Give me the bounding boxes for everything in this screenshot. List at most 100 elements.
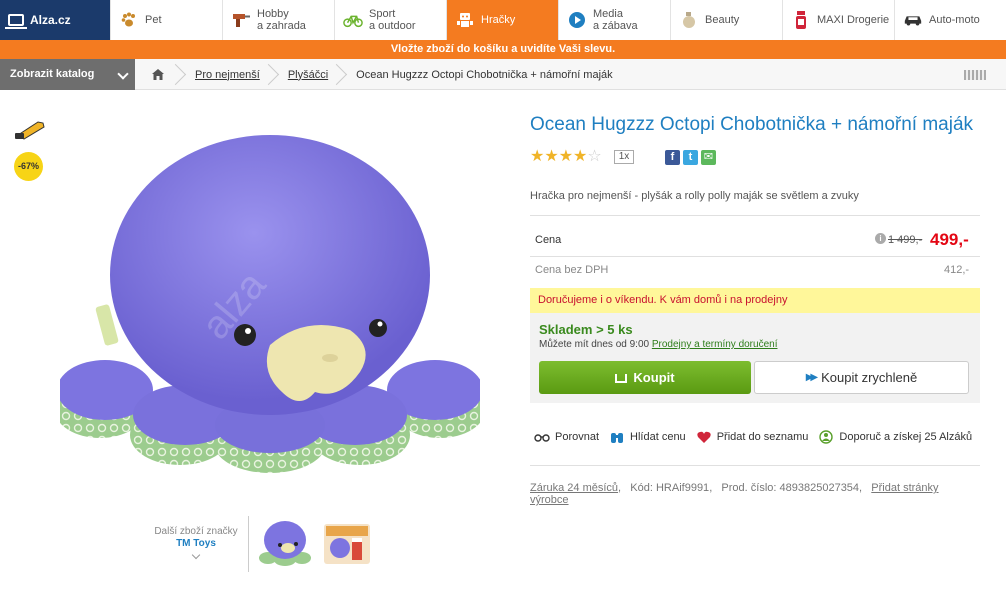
product-meta: Záruka 24 měsíců, Kód: HRAif9991, Prod. … [530,482,939,506]
nav-label: Sport [369,8,396,20]
chevron-down-icon[interactable] [191,550,201,560]
product-code: HRAif9991 [655,482,710,494]
top-navigation: Alza.cz Pet Hobby a zahrada Sport a outdoo… [0,0,1006,40]
facebook-icon[interactable]: f [665,150,680,165]
delivery-times-link[interactable]: Prodejny a termíny doručení [652,339,778,350]
quick-buy-button[interactable]: ▶▶ Koupit zrychleně [754,361,969,394]
review-count[interactable]: 1x [613,150,635,164]
star-empty-icon: ☆ [587,148,602,165]
logo-text: Alza.cz [30,13,71,27]
compare-label: Porovnat [555,431,600,443]
nav-item-hracky[interactable]: Hračky [446,0,558,40]
product-image[interactable]: alza [60,110,480,480]
catalog-label: Zobrazit katalog [10,68,95,80]
nav-label: MAXI Drogerie [817,14,890,26]
nav-item-pet[interactable]: Pet [110,0,222,40]
thumbnail-package[interactable] [320,518,374,568]
bicycle-icon [343,10,363,30]
vat-price: 412,- [944,264,970,276]
brand-label: Další zboží značky [154,526,238,537]
star-icon: ★ [573,148,588,165]
info-icon[interactable]: i [875,233,886,244]
nav-item-beauty[interactable]: Beauty [670,0,782,40]
breadcrumb-bar: Zobrazit katalog Pro nejmenší Plyšáčci O… [0,59,1006,90]
divider [530,215,980,216]
nav-label-line2: a zahrada [257,20,306,32]
car-icon [903,10,923,30]
alza-logo[interactable]: Alza.cz [0,0,110,40]
recommend-icon [818,430,834,444]
promo-banner[interactable]: Vložte zboží do košíku a uvidíte Vaši sl… [0,40,1006,59]
nav-label-line2: a outdoor [369,20,416,32]
discount-badge: -67% [14,152,43,181]
chevron-down-icon [117,68,129,80]
binoculars-icon [609,430,625,444]
availability: Můžete mít dnes od 9:00 Prodejny a termí… [539,339,777,350]
old-price: 1 499,- [888,234,923,246]
buy-button-label: Koupit [633,370,675,385]
nav-item-media[interactable]: Media a zábava [558,0,670,40]
email-icon[interactable]: ✉ [701,150,716,165]
quick-buy-label: Koupit zrychleně [821,370,918,385]
thumbnail-octopus[interactable] [258,518,312,568]
home-icon [152,69,164,80]
warranty-link[interactable]: Záruka 24 měsíců [530,482,618,494]
heart-icon [696,430,712,444]
nav-item-automoto[interactable]: Auto-moto [894,0,1006,40]
buy-button[interactable]: Koupit [539,361,751,394]
star-icon: ★ [544,148,559,165]
nav-item-hobby[interactable]: Hobby a zahrada [222,0,334,40]
nav-label: Pet [145,14,162,26]
delivery-notice: Doručujeme i o víkendu. K vám domů i na … [530,288,980,313]
breadcrumb-item[interactable]: Pro nejmenší [181,59,274,90]
add-to-list-label: Přidat do seznamu [716,431,809,443]
nav-label: Media [593,8,623,20]
product-description: Hračka pro nejmenší - plyšák a rolly pol… [530,190,859,202]
breadcrumb-link[interactable]: Pro nejmenší [195,69,260,81]
stock-box: Skladem > 5 ks Můžete mít dnes od 9:00 P… [530,313,980,403]
product-actions: Porovnat Hlídat cenu Přidat do seznamu D… [534,430,982,444]
price: 499,- [930,230,969,249]
chainsaw-icon [15,121,45,140]
recommend-label: Doporuč a získej 25 Alzáků [839,431,973,443]
spray-bottle-icon [791,10,811,30]
star-icon: ★ [558,148,574,165]
nav-label-line2: a zábava [593,20,638,32]
product-title: Ocean Hugzzz Octopi Chobotnička + námořn… [530,114,974,135]
barcode-icon [964,70,986,80]
breadcrumb-link[interactable]: Plyšáčci [288,69,328,81]
product-number: 4893825027354 [779,482,860,494]
catalog-button[interactable]: Zobrazit katalog [0,59,135,90]
nav-label: Auto-moto [929,14,980,26]
brand-name[interactable]: TM Toys [150,538,242,550]
basket-icon [615,374,628,383]
rating-stars[interactable]: ★ ★ ★ ★ ☆ 1x [530,148,635,165]
robot-icon [455,10,475,30]
twitter-icon[interactable]: t [683,150,698,165]
nav-label: Beauty [705,14,740,26]
recommend-action[interactable]: Doporuč a získej 25 Alzáků [818,430,972,444]
code-label: Kód: [630,482,653,494]
nav-label: Hračky [481,14,516,26]
breadcrumb-item[interactable]: Plyšáčci [274,59,342,90]
price-label: Cena [535,234,562,246]
compare-action[interactable]: Porovnat [534,430,599,444]
divider [530,465,980,466]
drill-icon [231,10,251,30]
breadcrumb-current: Ocean Hugzzz Octopi Chobotnička + námořn… [356,68,613,81]
watch-price-action[interactable]: Hlídat cenu [609,430,686,444]
breadcrumb-home[interactable] [135,59,181,90]
laptop-icon [5,14,27,29]
nav-item-drogerie[interactable]: MAXI Drogerie [782,0,894,40]
breadcrumb: Pro nejmenší Plyšáčci Ocean Hugzzz Octop… [135,59,627,90]
stock-status: Skladem > 5 ks [539,322,633,337]
divider [248,516,249,572]
paw-icon [119,10,139,30]
watch-price-label: Hlídat cenu [630,431,686,443]
divider [530,256,980,257]
share-buttons: f t ✉ [665,150,716,165]
nav-item-sport[interactable]: Sport a outdoor [334,0,446,40]
brand-box[interactable]: Další zboží značky TM Toys [150,526,242,560]
add-to-list-action[interactable]: Přidat do seznamu [696,430,809,444]
vat-price-label: Cena bez DPH [535,264,609,276]
